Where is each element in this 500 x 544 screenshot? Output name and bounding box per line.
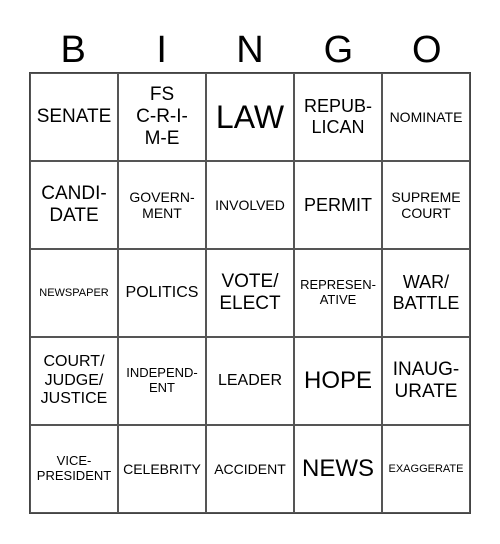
header-letter-o: O bbox=[412, 29, 442, 71]
bingo-cell[interactable]: REPUB- LICAN bbox=[294, 73, 382, 161]
bingo-cell[interactable]: POLITICS bbox=[118, 249, 206, 337]
bingo-cell[interactable]: HOPE bbox=[294, 337, 382, 425]
bingo-cell[interactable]: COURT/ JUDGE/ JUSTICE bbox=[30, 337, 118, 425]
bingo-cell[interactable]: SENATE bbox=[30, 73, 118, 161]
bingo-cell[interactable]: ACCIDENT bbox=[206, 425, 294, 513]
bingo-cell[interactable]: NEWSPAPER bbox=[30, 249, 118, 337]
bingo-cell[interactable]: INAUG- URATE bbox=[382, 337, 470, 425]
bingo-cell[interactable]: REPRESEN- ATIVE bbox=[294, 249, 382, 337]
bingo-cell[interactable]: FS C-R-I- M-E bbox=[118, 73, 206, 161]
bingo-cell[interactable]: CELEBRITY bbox=[118, 425, 206, 513]
bingo-cell[interactable]: INDEPEND- ENT bbox=[118, 337, 206, 425]
bingo-cell[interactable]: WAR/ BATTLE bbox=[382, 249, 470, 337]
bingo-cell[interactable]: CANDI- DATE bbox=[30, 161, 118, 249]
bingo-cell[interactable]: INVOLVED bbox=[206, 161, 294, 249]
header-letter-i: I bbox=[156, 29, 167, 71]
bingo-cell[interactable]: EXAGGERATE bbox=[382, 425, 470, 513]
bingo-cell[interactable]: SUPREME COURT bbox=[382, 161, 470, 249]
header-letter-n: N bbox=[236, 29, 264, 71]
bingo-cell[interactable]: LEADER bbox=[206, 337, 294, 425]
bingo-header: B I N G O bbox=[29, 28, 471, 72]
bingo-cell[interactable]: VICE- PRESIDENT bbox=[30, 425, 118, 513]
bingo-cell[interactable]: VOTE/ ELECT bbox=[206, 249, 294, 337]
header-letter-b: B bbox=[60, 29, 86, 71]
bingo-cell[interactable]: PERMIT bbox=[294, 161, 382, 249]
bingo-grid: SENATE FS C-R-I- M-E LAW REPUB- LICAN NO… bbox=[29, 72, 471, 514]
bingo-cell[interactable]: GOVERN- MENT bbox=[118, 161, 206, 249]
header-letter-g: G bbox=[323, 29, 354, 71]
bingo-cell[interactable]: LAW bbox=[206, 73, 294, 161]
bingo-cell[interactable]: NEWS bbox=[294, 425, 382, 513]
bingo-cell[interactable]: NOMINATE bbox=[382, 73, 470, 161]
